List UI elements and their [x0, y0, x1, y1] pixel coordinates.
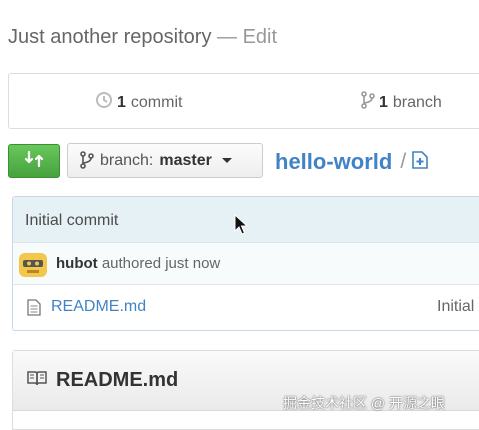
- commit-message-text: Initial commit: [25, 212, 119, 229]
- readme-title: README.md: [56, 369, 179, 391]
- commits-link[interactable]: 1 commit: [95, 91, 182, 114]
- watermark-text: 掘金技术社区 @ 开源之眼: [283, 395, 445, 411]
- repository-description: Just another repository — Edit: [8, 26, 277, 49]
- commit-meta: hubot authored just now: [13, 243, 479, 285]
- commit-action: authored just now: [101, 255, 221, 272]
- book-icon: [27, 369, 56, 392]
- commits-label: commit: [130, 93, 183, 111]
- compare-button[interactable]: [8, 144, 60, 178]
- repo-name-link[interactable]: hello-world: [275, 149, 392, 175]
- branch-select-button[interactable]: branch: master: [67, 143, 263, 178]
- git-branch-icon: [80, 151, 100, 170]
- branches-label: branch: [392, 93, 442, 111]
- branch-select-prefix: branch:: [100, 151, 154, 169]
- mouse-cursor-icon: [234, 213, 249, 241]
- file-commit-message[interactable]: Initial: [437, 298, 474, 316]
- new-file-icon[interactable]: [412, 149, 428, 175]
- branches-link[interactable]: 1 branch: [361, 91, 442, 114]
- compare-icon: [24, 149, 44, 174]
- branch-select-value: master: [159, 151, 212, 169]
- branches-count: 1: [379, 93, 388, 111]
- file-text-icon: [27, 299, 41, 321]
- readme-panel: README.md: [12, 350, 479, 430]
- commit-author[interactable]: hubot: [56, 255, 98, 272]
- breadcrumb: hello-world /: [275, 149, 428, 175]
- breadcrumb-separator: /: [400, 150, 407, 173]
- repo-numbers-summary: 1 commit 1 branch: [8, 73, 479, 129]
- description-text: Just another repository: [8, 26, 212, 48]
- commit-author-line: hubot authored just now: [56, 255, 220, 272]
- table-row: README.md Initial: [13, 285, 479, 329]
- history-icon: [95, 91, 113, 114]
- file-name-link[interactable]: README.md: [51, 298, 146, 316]
- git-branch-icon: [361, 91, 375, 114]
- description-separator: —: [217, 26, 237, 48]
- edit-description-link[interactable]: Edit: [243, 26, 277, 48]
- commits-count: 1: [117, 93, 126, 111]
- chevron-down-icon: [221, 158, 232, 163]
- avatar[interactable]: [18, 251, 48, 279]
